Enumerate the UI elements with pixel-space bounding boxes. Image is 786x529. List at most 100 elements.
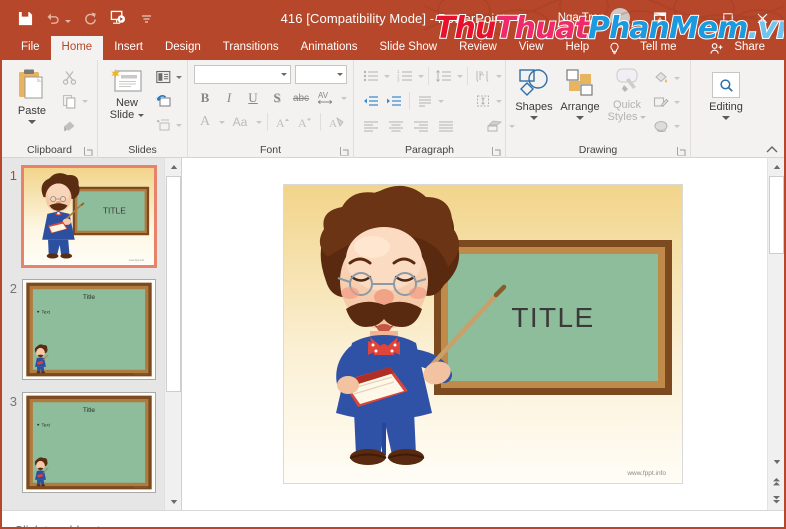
customize-qat-icon[interactable] [133, 5, 159, 31]
font-name-input[interactable] [194, 65, 291, 84]
decrease-font-size-button[interactable]: A [295, 111, 315, 133]
tab-slide-show[interactable]: Slide Show [369, 36, 449, 60]
text-shadow-button[interactable]: S [266, 87, 288, 109]
font-dialog-launcher-icon[interactable] [340, 147, 349, 156]
notes-pane[interactable]: Click to add notes [2, 510, 784, 527]
next-slide-button[interactable] [768, 491, 784, 508]
align-text-button[interactable] [472, 90, 494, 112]
bullets-caret[interactable] [384, 74, 390, 78]
copy-dropdown-caret[interactable] [82, 99, 88, 103]
quick-styles-button[interactable]: Quick Styles [604, 64, 650, 123]
thumbnail-scroll-down-arrow[interactable] [165, 493, 181, 510]
increase-indent-button[interactable] [383, 90, 405, 112]
tab-insert[interactable]: Insert [103, 36, 154, 60]
avatar[interactable] [610, 8, 630, 28]
editing-button[interactable]: Editing [699, 68, 753, 120]
arrange-dropdown-caret[interactable] [576, 116, 584, 120]
undo-icon[interactable] [40, 5, 66, 31]
section-dropdown-caret[interactable] [176, 123, 182, 127]
tab-design[interactable]: Design [154, 36, 212, 60]
slide-scrollbar[interactable] [767, 158, 784, 510]
copy-icon[interactable] [58, 90, 80, 112]
previous-slide-button[interactable] [768, 473, 784, 490]
shape-outline-icon[interactable] [650, 91, 672, 113]
columns-button[interactable] [414, 90, 436, 112]
lightbulb-icon[interactable] [600, 36, 629, 60]
share-button-label[interactable]: Share [732, 36, 776, 60]
tab-help[interactable]: Help [555, 36, 601, 60]
character-spacing-caret[interactable] [341, 96, 347, 100]
layout-dropdown-caret[interactable] [176, 75, 182, 79]
thumbnail-scrollbar[interactable] [164, 158, 181, 510]
slide-scroll-up-arrow[interactable] [768, 158, 784, 175]
slide-thumbnail-pane[interactable]: 1 TITLE www.fppt.info 2 Title Text www.f… [2, 158, 182, 510]
text-direction-caret[interactable] [496, 74, 502, 78]
change-case-button[interactable]: Aa [227, 111, 253, 133]
tab-file[interactable]: File [10, 36, 51, 60]
collapse-ribbon-icon[interactable] [766, 145, 778, 155]
shapes-dropdown-caret[interactable] [530, 116, 538, 120]
new-slide-button[interactable]: New Slide [102, 64, 152, 121]
bullets-button[interactable] [360, 65, 382, 87]
drawing-dialog-launcher-icon[interactable] [677, 147, 686, 156]
thumbnail-scrollbar-thumb[interactable] [166, 176, 181, 392]
arrange-button[interactable]: Arrange [556, 64, 604, 120]
thumbnail-item[interactable]: 2 Title Text www.fppt.info [2, 267, 181, 380]
start-slideshow-icon[interactable] [105, 5, 131, 31]
shapes-button[interactable]: Shapes [512, 64, 556, 120]
justify-button[interactable] [435, 115, 457, 137]
text-direction-button[interactable]: A [472, 65, 494, 87]
paragraph-dialog-launcher-icon[interactable] [492, 147, 501, 156]
quick-styles-dropdown-caret[interactable] [640, 115, 647, 119]
save-icon[interactable] [12, 5, 38, 31]
character-spacing-button[interactable]: AV [314, 87, 338, 109]
thumbnail-scroll-up-arrow[interactable] [165, 158, 181, 175]
cut-icon[interactable] [58, 66, 80, 88]
new-slide-dropdown-caret[interactable] [138, 113, 145, 117]
maximize-button[interactable] [712, 3, 744, 33]
section-icon[interactable] [152, 114, 174, 136]
strikethrough-button[interactable]: abc [290, 87, 312, 109]
decrease-indent-button[interactable] [360, 90, 382, 112]
align-left-button[interactable] [360, 115, 382, 137]
font-size-input[interactable] [295, 65, 347, 84]
font-name-caret[interactable] [281, 73, 287, 76]
change-case-caret[interactable] [256, 120, 262, 124]
clear-formatting-icon[interactable]: A [326, 111, 348, 133]
layout-icon[interactable] [152, 66, 174, 88]
tab-view[interactable]: View [508, 36, 555, 60]
minimize-button[interactable] [678, 3, 710, 33]
line-spacing-caret[interactable] [457, 74, 463, 78]
redo-icon[interactable] [77, 5, 103, 31]
numbering-button[interactable]: 123 [394, 65, 416, 87]
editing-dropdown-caret[interactable] [722, 116, 730, 120]
font-color-button[interactable]: A [194, 111, 216, 133]
shape-fill-caret[interactable] [674, 76, 680, 80]
tab-home[interactable]: Home [50, 36, 104, 60]
current-slide[interactable]: TITLE www.fppt.info [283, 184, 683, 484]
format-painter-icon[interactable] [58, 114, 80, 136]
align-right-button[interactable] [410, 115, 432, 137]
underline-button[interactable]: U [242, 87, 264, 109]
thumbnail-slide-2[interactable]: Title Text www.fppt.info [22, 279, 156, 380]
convert-to-smartart-button[interactable] [483, 115, 505, 137]
close-button[interactable] [746, 3, 778, 33]
align-center-button[interactable] [385, 115, 407, 137]
thumbnail-slide-1[interactable]: TITLE www.fppt.info [21, 165, 157, 268]
bold-button[interactable]: B [194, 87, 216, 109]
line-spacing-button[interactable] [433, 65, 455, 87]
slide-scrollbar-thumb[interactable] [769, 176, 784, 254]
slide-editing-area[interactable]: TITLE www.fppt.info [182, 158, 784, 510]
tab-tell-me[interactable]: Tell me [629, 36, 687, 60]
paste-dropdown-caret[interactable] [28, 120, 36, 124]
thumbnail-item[interactable]: 1 TITLE www.fppt.info [2, 158, 181, 268]
account-info[interactable]: Nga Tran [558, 8, 630, 28]
slide-scroll-down-arrow[interactable] [768, 453, 784, 470]
undo-dropdown-caret[interactable] [65, 19, 71, 23]
font-color-caret[interactable] [219, 120, 225, 124]
thumbnail-slide-3[interactable]: Title Text www.fppt.info [22, 392, 156, 493]
numbering-caret[interactable] [418, 74, 424, 78]
share-icon[interactable] [702, 36, 732, 60]
increase-font-size-button[interactable]: A [273, 111, 293, 133]
columns-caret[interactable] [438, 99, 444, 103]
